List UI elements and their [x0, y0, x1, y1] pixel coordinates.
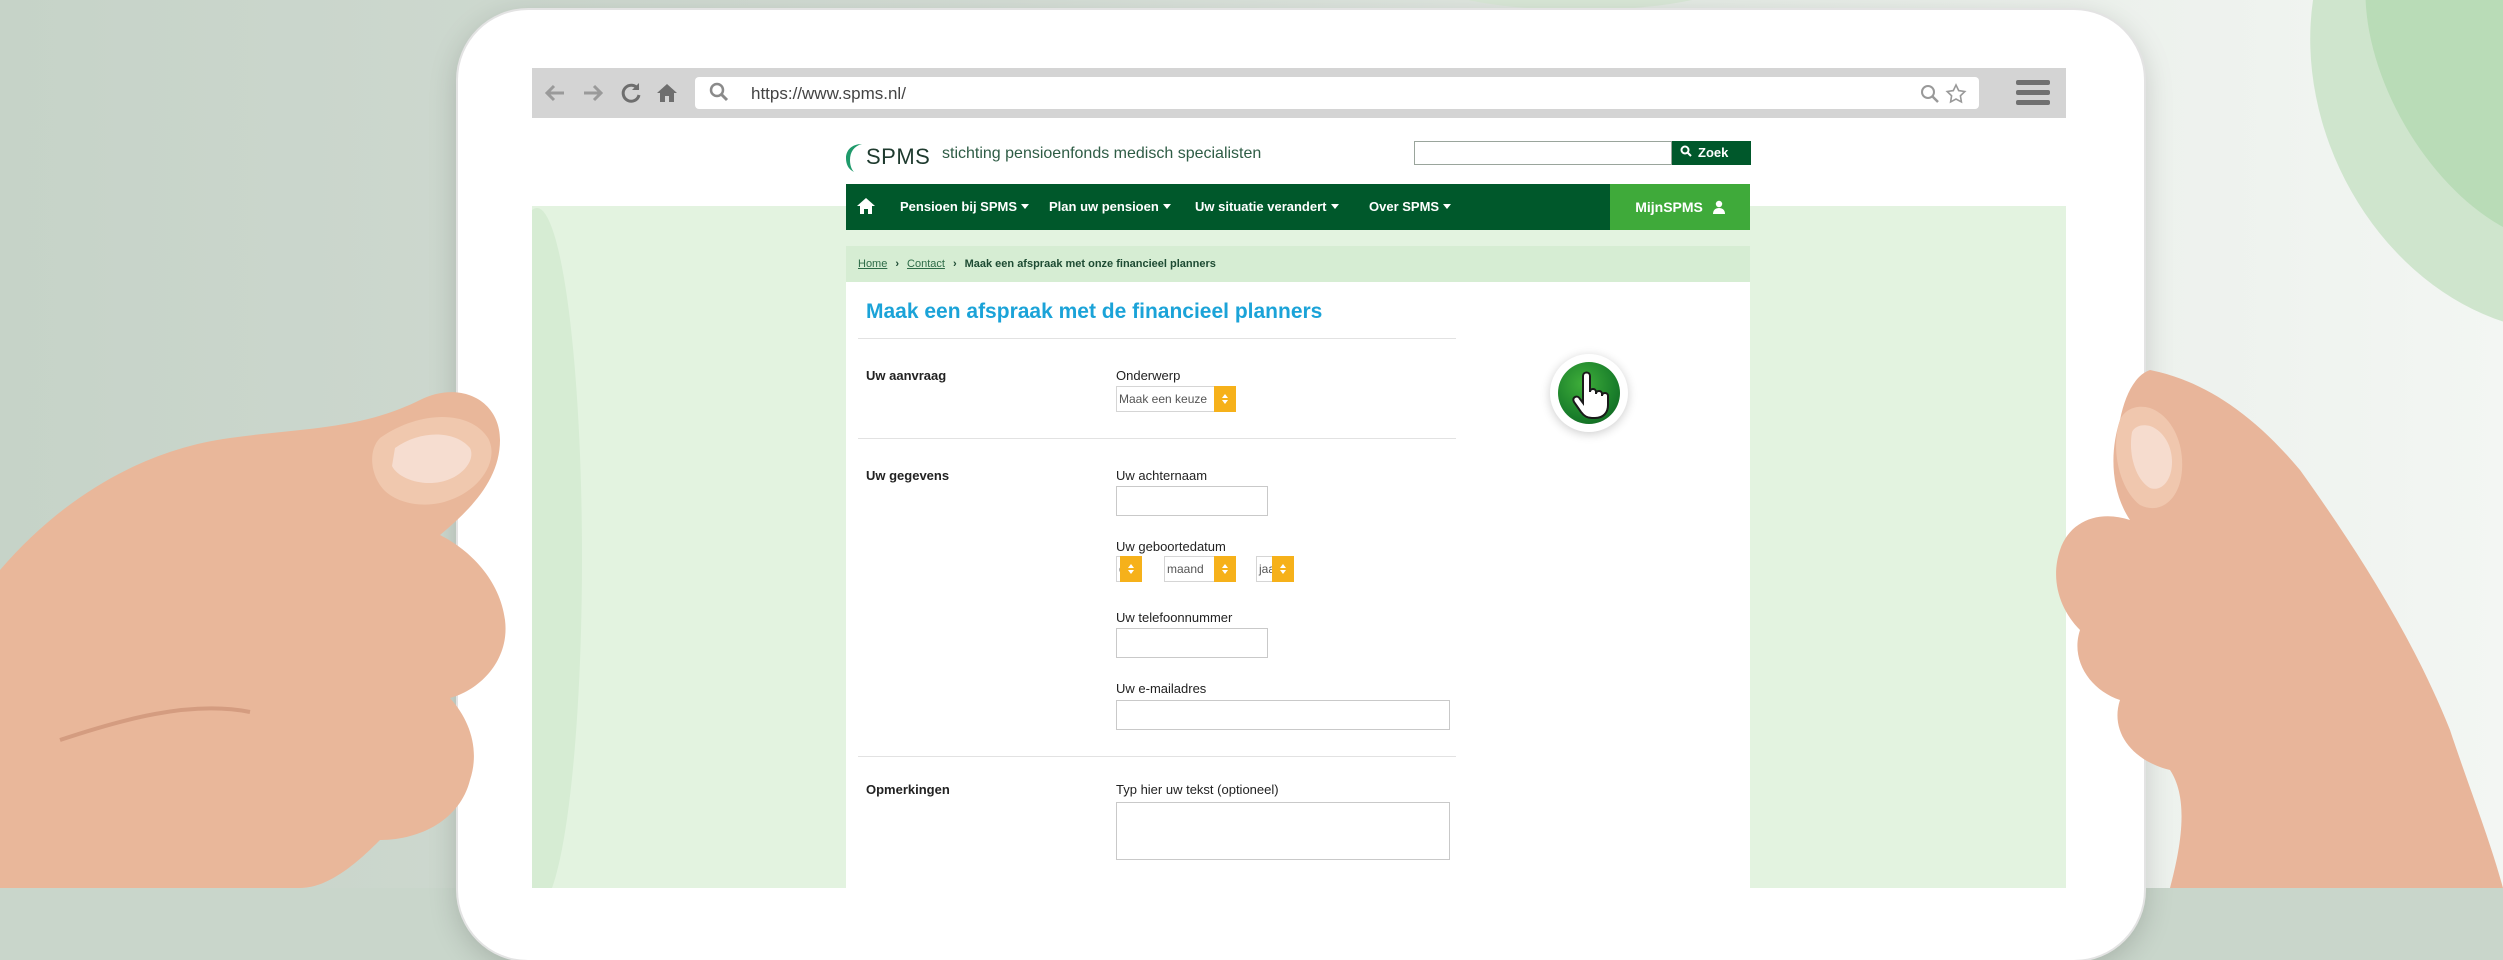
search-icon	[1680, 141, 1692, 165]
nav-item-pensioen[interactable]: Pensioen bij SPMS	[900, 199, 1030, 214]
remarks-label: Typ hier uw tekst (optioneel)	[1116, 782, 1279, 797]
remarks-textarea[interactable]	[1116, 802, 1450, 860]
section-label-opmerkingen: Opmerkingen	[866, 782, 950, 797]
main-navigation: Pensioen bij SPMS Plan uw pensioen Uw si…	[846, 184, 1750, 230]
home-icon[interactable]	[856, 197, 876, 215]
birth-year-select[interactable]: jaar	[1256, 556, 1294, 582]
nav-item-over[interactable]: Over SPMS	[1369, 199, 1452, 214]
divider	[858, 338, 1456, 339]
site-search-input[interactable]	[1414, 141, 1672, 165]
breadcrumb: Home › Contact › Maak een afspraak met onze …	[846, 246, 1750, 282]
logo-text: SPMS	[866, 144, 931, 169]
divider	[858, 438, 1456, 439]
birth-month-select[interactable]: maand	[1164, 556, 1236, 582]
hand-pointer-icon	[1572, 371, 1609, 419]
subject-select[interactable]: Maak een keuze	[1116, 386, 1236, 412]
mijnspms-label: MijnSPMS	[1635, 199, 1703, 215]
reload-icon[interactable]	[618, 80, 644, 106]
forward-arrow-icon[interactable]	[580, 80, 606, 106]
page-title: Maak een afspraak met de financieel plan…	[866, 300, 1323, 323]
zoom-icon[interactable]	[1919, 83, 1941, 105]
subject-label: Onderwerp	[1116, 368, 1181, 383]
logo-mark-icon	[846, 144, 862, 172]
left-hand	[0, 392, 506, 888]
breadcrumb-contact[interactable]: Contact	[907, 258, 945, 270]
breadcrumb-current: Maak een afspraak met onze financieel pl…	[964, 258, 1216, 270]
phone-label: Uw telefoonnummer	[1116, 610, 1233, 625]
home-icon[interactable]	[654, 80, 680, 106]
right-hand	[2056, 370, 2503, 888]
search-button-label: Zoek	[1698, 145, 1729, 160]
tablet-screen: https://www.spms.nl/ SPMS stichting pens…	[532, 68, 2066, 888]
search-button[interactable]: Zoek	[1672, 141, 1751, 165]
pointer-button[interactable]	[1550, 354, 1628, 432]
birth-day-select[interactable]: dag	[1116, 556, 1142, 582]
birthdate-label: Uw geboortedatum	[1116, 539, 1226, 554]
site-tagline: stichting pensioenfonds medisch speciali…	[942, 145, 1262, 162]
nav-item-plan[interactable]: Plan uw pensioen	[1049, 199, 1171, 214]
divider	[858, 756, 1456, 757]
mijnspms-button[interactable]: MijnSPMS	[1610, 184, 1750, 230]
dropdown-arrow-icon	[1272, 556, 1294, 582]
phone-input[interactable]	[1116, 628, 1268, 658]
back-arrow-icon[interactable]	[542, 80, 568, 106]
address-bar[interactable]: https://www.spms.nl/	[695, 77, 1979, 109]
user-icon	[1712, 200, 1725, 214]
browser-toolbar: https://www.spms.nl/	[532, 68, 2066, 119]
section-label-gegevens: Uw gegevens	[866, 468, 950, 483]
email-label: Uw e-mailadres	[1116, 681, 1207, 696]
section-label-aanvraag: Uw aanvraag	[866, 368, 947, 383]
email-input[interactable]	[1116, 700, 1450, 730]
dropdown-arrow-icon	[1120, 556, 1142, 582]
dropdown-arrow-icon	[1214, 556, 1236, 582]
nav-item-situatie[interactable]: Uw situatie verandert	[1195, 199, 1339, 214]
spms-logo[interactable]: SPMS	[846, 140, 930, 174]
search-icon	[709, 82, 729, 102]
breadcrumb-home[interactable]: Home	[858, 258, 887, 270]
lastname-label: Uw achternaam	[1116, 468, 1208, 483]
lastname-input[interactable]	[1116, 486, 1268, 516]
menu-icon[interactable]	[2016, 80, 2050, 106]
star-icon[interactable]	[1945, 83, 1967, 105]
url-text: https://www.spms.nl/	[751, 84, 906, 103]
dropdown-arrow-icon	[1214, 386, 1236, 412]
